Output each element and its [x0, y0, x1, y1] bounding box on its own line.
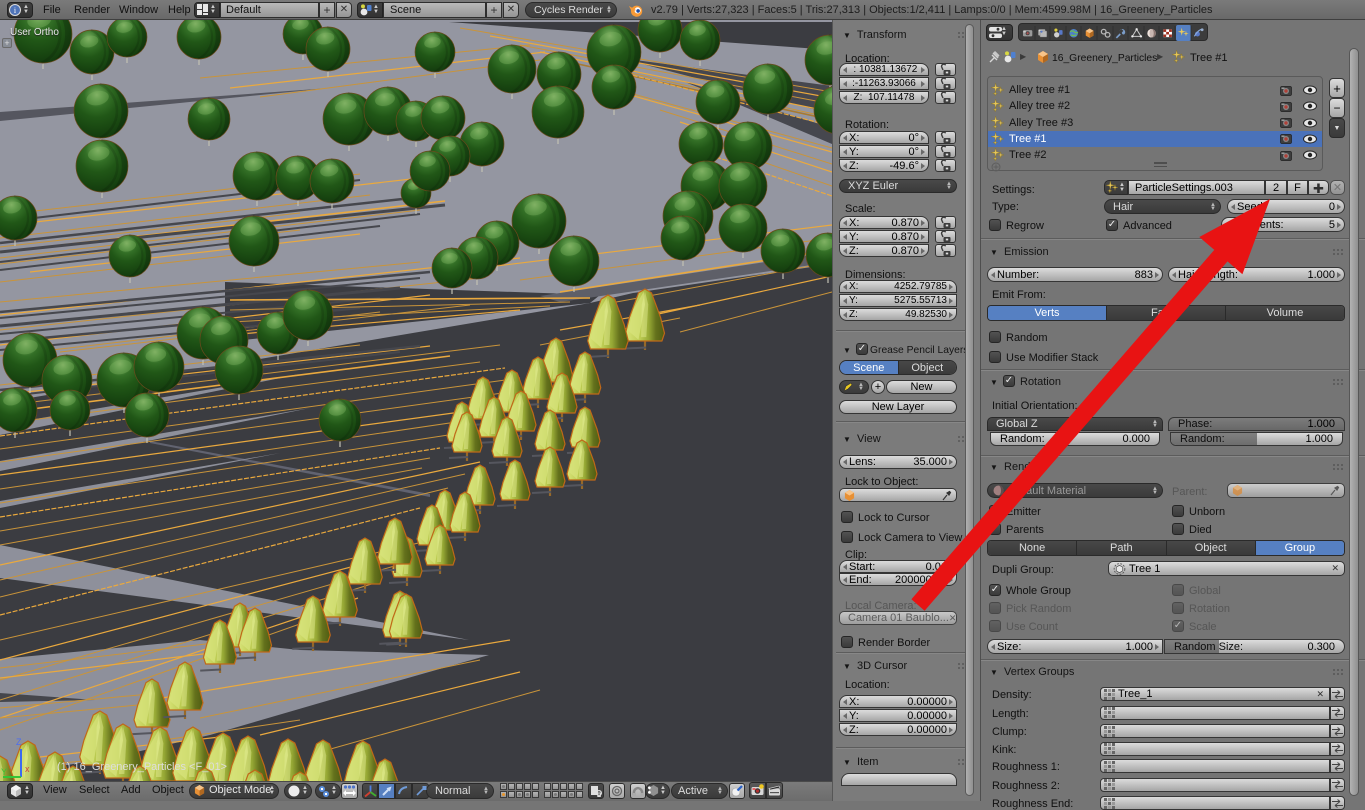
svg-text:Z: Z [16, 737, 22, 747]
svg-text:x: x [25, 764, 30, 774]
svg-text:Y: Y [1, 767, 7, 777]
